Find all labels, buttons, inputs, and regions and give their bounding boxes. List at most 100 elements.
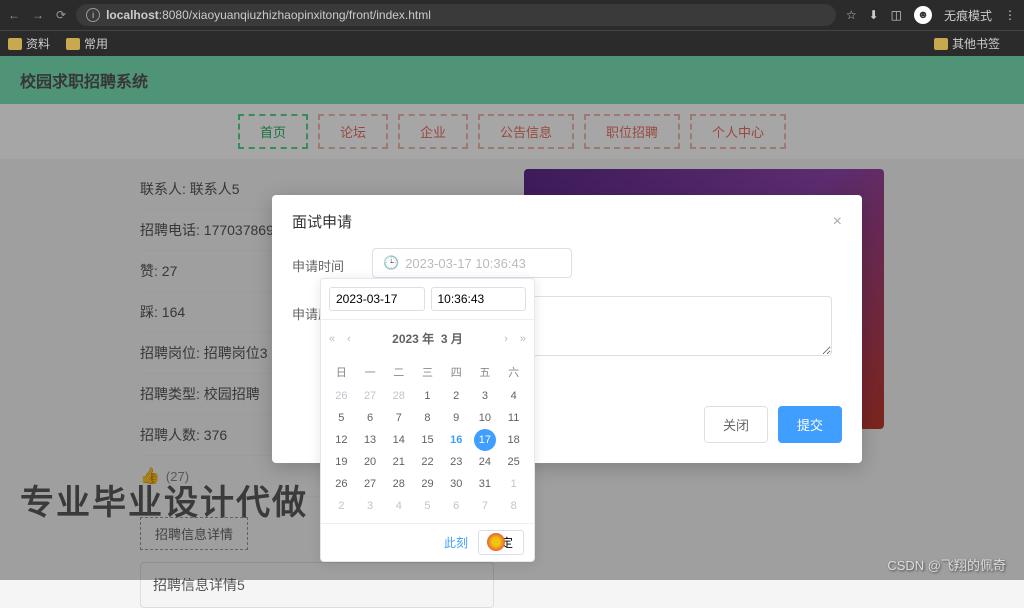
day-of-week: 日	[327, 359, 356, 385]
day-of-week: 一	[356, 359, 385, 385]
close-icon[interactable]: ×	[833, 213, 842, 231]
calendar-day[interactable]: 3	[471, 385, 500, 407]
calendar-day[interactable]: 27	[356, 385, 385, 407]
date-input[interactable]	[329, 287, 425, 311]
nav-profile[interactable]: 个人中心	[690, 114, 786, 149]
detail-text: 招聘信息详情5	[140, 562, 494, 608]
forward-icon[interactable]: →	[32, 8, 44, 22]
calendar-day[interactable]: 8	[413, 407, 442, 429]
picker-title: 2023 年 3 月	[361, 330, 494, 347]
cursor-icon	[487, 533, 505, 551]
folder-icon	[934, 38, 948, 50]
calendar-day[interactable]: 3	[356, 495, 385, 517]
profile-avatar[interactable]: ☻	[914, 6, 932, 24]
day-of-week: 六	[499, 359, 528, 385]
calendar-day[interactable]: 17	[474, 429, 496, 451]
csdn-watermark: CSDN @飞翔的佩奇	[887, 555, 1006, 574]
next-year-icon[interactable]: »	[518, 333, 528, 345]
url-host: localhost	[106, 8, 159, 22]
calendar-day[interactable]: 28	[384, 473, 413, 495]
calendar-day[interactable]: 20	[356, 451, 385, 473]
day-of-week: 五	[471, 359, 500, 385]
clock-icon: 🕒	[383, 255, 399, 271]
incognito-label: 无痕模式	[944, 7, 992, 24]
nav-forum[interactable]: 论坛	[318, 114, 388, 149]
day-of-week: 三	[413, 359, 442, 385]
extensions-icon[interactable]: ◫	[891, 8, 902, 22]
calendar-day[interactable]: 5	[413, 495, 442, 517]
day-of-week: 四	[442, 359, 471, 385]
bookmarks-bar: 资料 常用 其他书签	[0, 30, 1024, 56]
menu-icon[interactable]: ⋮	[1004, 8, 1016, 22]
day-of-week: 二	[384, 359, 413, 385]
nav-notice[interactable]: 公告信息	[478, 114, 574, 149]
calendar-day[interactable]: 6	[356, 407, 385, 429]
calendar-day[interactable]: 24	[471, 451, 500, 473]
close-button[interactable]: 关闭	[704, 406, 768, 443]
time-input[interactable]	[431, 287, 527, 311]
calendar-day[interactable]: 15	[413, 429, 442, 451]
calendar-day[interactable]: 25	[499, 451, 528, 473]
watermark-text: 专业毕业设计代做	[20, 475, 308, 524]
calendar-day[interactable]: 6	[442, 495, 471, 517]
ok-button[interactable]: 确定	[478, 530, 524, 555]
bookmark-item[interactable]: 常用	[66, 35, 108, 52]
calendar-day[interactable]: 7	[471, 495, 500, 517]
calendar-day[interactable]: 13	[356, 429, 385, 451]
prev-month-icon[interactable]: ‹	[345, 333, 353, 345]
calendar-day[interactable]: 2	[442, 385, 471, 407]
main-nav: 首页 论坛 企业 公告信息 职位招聘 个人中心	[0, 104, 1024, 159]
dialog-title: 面试申请	[292, 211, 352, 232]
nav-company[interactable]: 企业	[398, 114, 468, 149]
nav-jobs[interactable]: 职位招聘	[584, 114, 680, 149]
calendar-grid: 日一二三四五六262728123456789101112131415161718…	[321, 357, 534, 523]
now-button[interactable]: 此刻	[444, 534, 468, 551]
calendar-day[interactable]: 26	[327, 473, 356, 495]
url-path: :8080/xiaoyuanqiuzhizhaopinxitong/front/…	[159, 8, 431, 22]
page-title: 校园求职招聘系统	[0, 56, 1024, 104]
time-value: 2023-03-17 10:36:43	[405, 256, 526, 271]
other-bookmarks[interactable]: 其他书签	[934, 35, 1000, 52]
calendar-day[interactable]: 8	[499, 495, 528, 517]
prev-year-icon[interactable]: «	[327, 333, 337, 345]
back-icon[interactable]: ←	[8, 8, 20, 22]
browser-toolbar: ← → ⟳ i localhost:8080/xiaoyuanqiuzhizha…	[0, 0, 1024, 30]
calendar-day[interactable]: 12	[327, 429, 356, 451]
calendar-day[interactable]: 18	[499, 429, 528, 451]
calendar-day[interactable]: 22	[413, 451, 442, 473]
calendar-day[interactable]: 14	[384, 429, 413, 451]
calendar-day[interactable]: 5	[327, 407, 356, 429]
folder-icon	[8, 38, 22, 50]
bookmark-item[interactable]: 资料	[8, 35, 50, 52]
star-icon[interactable]: ☆	[846, 8, 857, 22]
download-icon[interactable]: ⬇	[869, 8, 879, 22]
calendar-day[interactable]: 23	[442, 451, 471, 473]
time-input[interactable]: 🕒 2023-03-17 10:36:43	[372, 248, 572, 278]
calendar-day[interactable]: 4	[499, 385, 528, 407]
submit-button[interactable]: 提交	[778, 406, 842, 443]
folder-icon	[66, 38, 80, 50]
calendar-day[interactable]: 1	[499, 473, 528, 495]
calendar-day[interactable]: 27	[356, 473, 385, 495]
calendar-day[interactable]: 2	[327, 495, 356, 517]
nav-home[interactable]: 首页	[238, 114, 308, 149]
next-month-icon[interactable]: ›	[502, 333, 510, 345]
calendar-day[interactable]: 19	[327, 451, 356, 473]
reload-icon[interactable]: ⟳	[56, 8, 66, 22]
calendar-day[interactable]: 31	[471, 473, 500, 495]
calendar-day[interactable]: 28	[384, 385, 413, 407]
calendar-day[interactable]: 30	[442, 473, 471, 495]
calendar-day[interactable]: 11	[499, 407, 528, 429]
date-picker: « ‹ 2023 年 3 月 › » 日一二三四五六26272812345678…	[320, 278, 535, 562]
calendar-day[interactable]: 21	[384, 451, 413, 473]
calendar-day[interactable]: 7	[384, 407, 413, 429]
calendar-day[interactable]: 16	[442, 429, 471, 451]
calendar-day[interactable]: 1	[413, 385, 442, 407]
calendar-day[interactable]: 26	[327, 385, 356, 407]
calendar-day[interactable]: 4	[384, 495, 413, 517]
url-bar[interactable]: i localhost:8080/xiaoyuanqiuzhizhaopinxi…	[76, 4, 836, 26]
calendar-day[interactable]: 9	[442, 407, 471, 429]
info-icon[interactable]: i	[86, 8, 100, 22]
calendar-day[interactable]: 29	[413, 473, 442, 495]
calendar-day[interactable]: 10	[471, 407, 500, 429]
